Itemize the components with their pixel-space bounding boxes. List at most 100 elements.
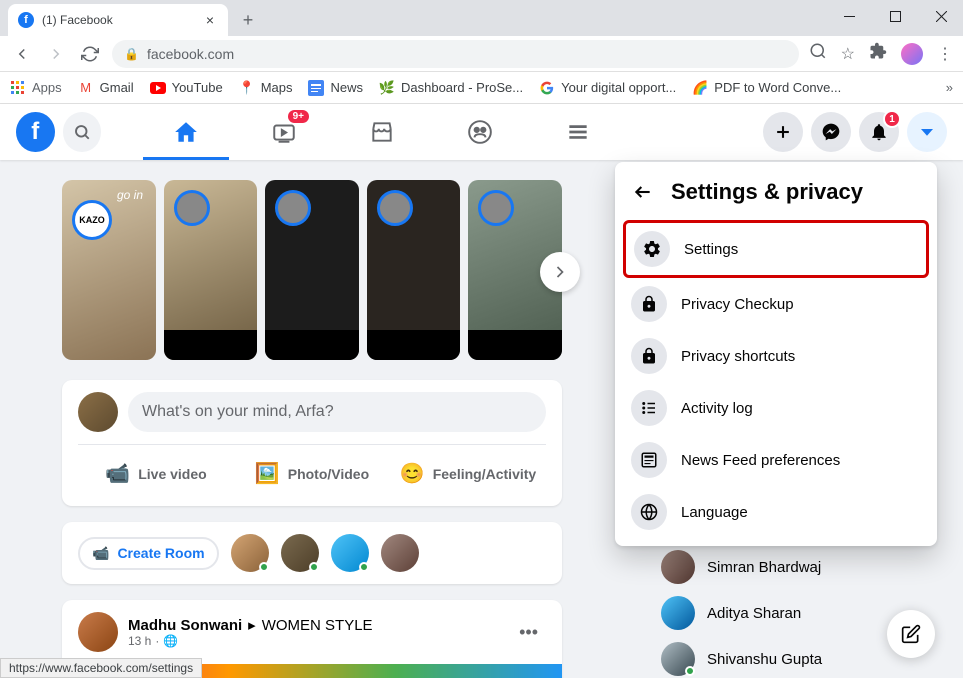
bookmarks-overflow-icon[interactable]: » bbox=[946, 80, 953, 95]
close-window-button[interactable] bbox=[927, 2, 955, 30]
story-card[interactable] bbox=[164, 180, 258, 360]
settings-item-label: Privacy shortcuts bbox=[681, 348, 795, 365]
extensions-icon[interactable] bbox=[869, 42, 887, 65]
settings-item-privacy-checkup[interactable]: Privacy Checkup bbox=[623, 278, 929, 330]
account-button[interactable] bbox=[907, 112, 947, 152]
stories-next-button[interactable] bbox=[540, 252, 580, 292]
leaf-icon: 🌿 bbox=[379, 80, 395, 96]
browser-menu-icon[interactable]: ⋮ bbox=[937, 44, 953, 64]
browser-tab[interactable]: f (1) Facebook × bbox=[8, 4, 228, 36]
settings-item-privacy-shortcuts[interactable]: Privacy shortcuts bbox=[623, 330, 929, 382]
tab-home[interactable] bbox=[141, 104, 231, 160]
zoom-icon[interactable] bbox=[809, 42, 827, 65]
tab-marketplace[interactable] bbox=[337, 104, 427, 160]
settings-item-language[interactable]: Language bbox=[623, 486, 929, 538]
settings-privacy-panel: Settings & privacy Settings Privacy Chec… bbox=[615, 162, 937, 546]
rooms-card: 📹Create Room bbox=[62, 522, 562, 584]
profile-avatar-icon[interactable] bbox=[901, 43, 923, 65]
camera-icon: 📹 bbox=[92, 545, 109, 562]
composer-card: What's on your mind, Arfa? 📹Live video 🖼… bbox=[62, 380, 562, 506]
feed-icon bbox=[631, 442, 667, 478]
settings-item-settings[interactable]: Settings bbox=[623, 220, 929, 278]
grid-icon bbox=[10, 80, 26, 96]
lock-icon: 🔒 bbox=[124, 47, 139, 61]
post-author-avatar[interactable] bbox=[78, 612, 118, 652]
facebook-logo[interactable]: f bbox=[16, 112, 55, 152]
contact-item[interactable]: Simran Bhardwaj bbox=[653, 544, 933, 590]
bookmark-gmail[interactable]: MGmail bbox=[78, 80, 134, 96]
status-bar: https://www.facebook.com/settings bbox=[0, 658, 202, 678]
youtube-icon bbox=[150, 80, 166, 96]
pdf-icon: 🌈 bbox=[692, 80, 708, 96]
bookmark-digital[interactable]: Your digital opport... bbox=[539, 80, 676, 96]
star-icon[interactable]: ☆ bbox=[841, 44, 855, 64]
back-arrow-button[interactable] bbox=[629, 178, 657, 206]
settings-item-activity-log[interactable]: Activity log bbox=[623, 382, 929, 434]
news-icon bbox=[308, 80, 324, 96]
settings-item-label: Activity log bbox=[681, 400, 753, 417]
bookmark-dashboard[interactable]: 🌿Dashboard - ProSe... bbox=[379, 80, 523, 96]
bookmark-pdf[interactable]: 🌈PDF to Word Conve... bbox=[692, 80, 841, 96]
facebook-header: f 9+ 1 bbox=[0, 104, 963, 160]
room-contact-avatar[interactable] bbox=[381, 534, 419, 572]
search-button[interactable] bbox=[63, 112, 102, 152]
settings-item-label: Privacy Checkup bbox=[681, 296, 794, 313]
forward-button[interactable] bbox=[44, 42, 68, 66]
feed-column: KAZOgo in What's on your mind, Arfa? 📹Li… bbox=[62, 160, 562, 678]
photo-video-button[interactable]: 🖼️Photo/Video bbox=[234, 453, 390, 494]
user-avatar[interactable] bbox=[78, 392, 118, 432]
bookmark-maps[interactable]: 📍Maps bbox=[239, 80, 293, 96]
reload-button[interactable] bbox=[78, 42, 102, 66]
online-indicator bbox=[309, 562, 319, 572]
story-card[interactable] bbox=[265, 180, 359, 360]
address-bar[interactable]: 🔒 facebook.com bbox=[112, 40, 799, 68]
create-room-button[interactable]: 📹Create Room bbox=[78, 537, 219, 570]
tab-hamburger[interactable] bbox=[533, 104, 623, 160]
close-icon[interactable]: × bbox=[202, 12, 218, 28]
settings-item-label: Language bbox=[681, 504, 748, 521]
stories-row: KAZOgo in bbox=[62, 180, 562, 360]
window-controls bbox=[835, 0, 955, 32]
tab-groups[interactable] bbox=[435, 104, 525, 160]
room-contact-avatar[interactable] bbox=[231, 534, 269, 572]
post-menu-button[interactable]: ••• bbox=[511, 618, 546, 647]
bookmark-youtube[interactable]: YouTube bbox=[150, 80, 223, 96]
maps-icon: 📍 bbox=[239, 80, 255, 96]
settings-item-label: Settings bbox=[684, 241, 738, 258]
story-card[interactable] bbox=[367, 180, 461, 360]
feeling-button[interactable]: 😊Feeling/Activity bbox=[390, 453, 546, 494]
live-video-button[interactable]: 📹Live video bbox=[78, 453, 234, 494]
new-message-button[interactable] bbox=[887, 610, 935, 658]
bookmark-news[interactable]: News bbox=[308, 80, 363, 96]
nav-bar: 🔒 facebook.com ☆ ⋮ bbox=[0, 36, 963, 72]
online-indicator bbox=[359, 562, 369, 572]
messenger-button[interactable] bbox=[811, 112, 851, 152]
back-button[interactable] bbox=[10, 42, 34, 66]
tab-title: (1) Facebook bbox=[42, 13, 194, 27]
google-icon bbox=[539, 80, 555, 96]
new-tab-button[interactable]: + bbox=[234, 6, 262, 34]
settings-item-news-feed[interactable]: News Feed preferences bbox=[623, 434, 929, 486]
story-avatar bbox=[377, 190, 413, 226]
url-text: facebook.com bbox=[147, 46, 234, 62]
bookmark-apps[interactable]: Apps bbox=[10, 80, 62, 96]
browser-chrome: f (1) Facebook × + 🔒 facebook.com ☆ ⋮ Ap… bbox=[0, 0, 963, 104]
nav-tabs: 9+ bbox=[141, 104, 623, 160]
notifications-button[interactable]: 1 bbox=[859, 112, 899, 152]
gmail-icon: M bbox=[78, 80, 94, 96]
title-bar: f (1) Facebook × + bbox=[0, 0, 963, 36]
room-contact-avatar[interactable] bbox=[281, 534, 319, 572]
contact-avatar bbox=[661, 596, 695, 630]
gear-icon bbox=[634, 231, 670, 267]
photo-icon: 🖼️ bbox=[255, 461, 280, 486]
facebook-favicon: f bbox=[18, 12, 34, 28]
create-button[interactable] bbox=[763, 112, 803, 152]
composer-input[interactable]: What's on your mind, Arfa? bbox=[128, 392, 546, 432]
tab-watch[interactable]: 9+ bbox=[239, 104, 329, 160]
minimize-button[interactable] bbox=[835, 2, 863, 30]
maximize-button[interactable] bbox=[881, 2, 909, 30]
room-contact-avatar[interactable] bbox=[331, 534, 369, 572]
online-indicator bbox=[259, 562, 269, 572]
list-icon bbox=[631, 390, 667, 426]
story-card[interactable]: KAZOgo in bbox=[62, 180, 156, 360]
